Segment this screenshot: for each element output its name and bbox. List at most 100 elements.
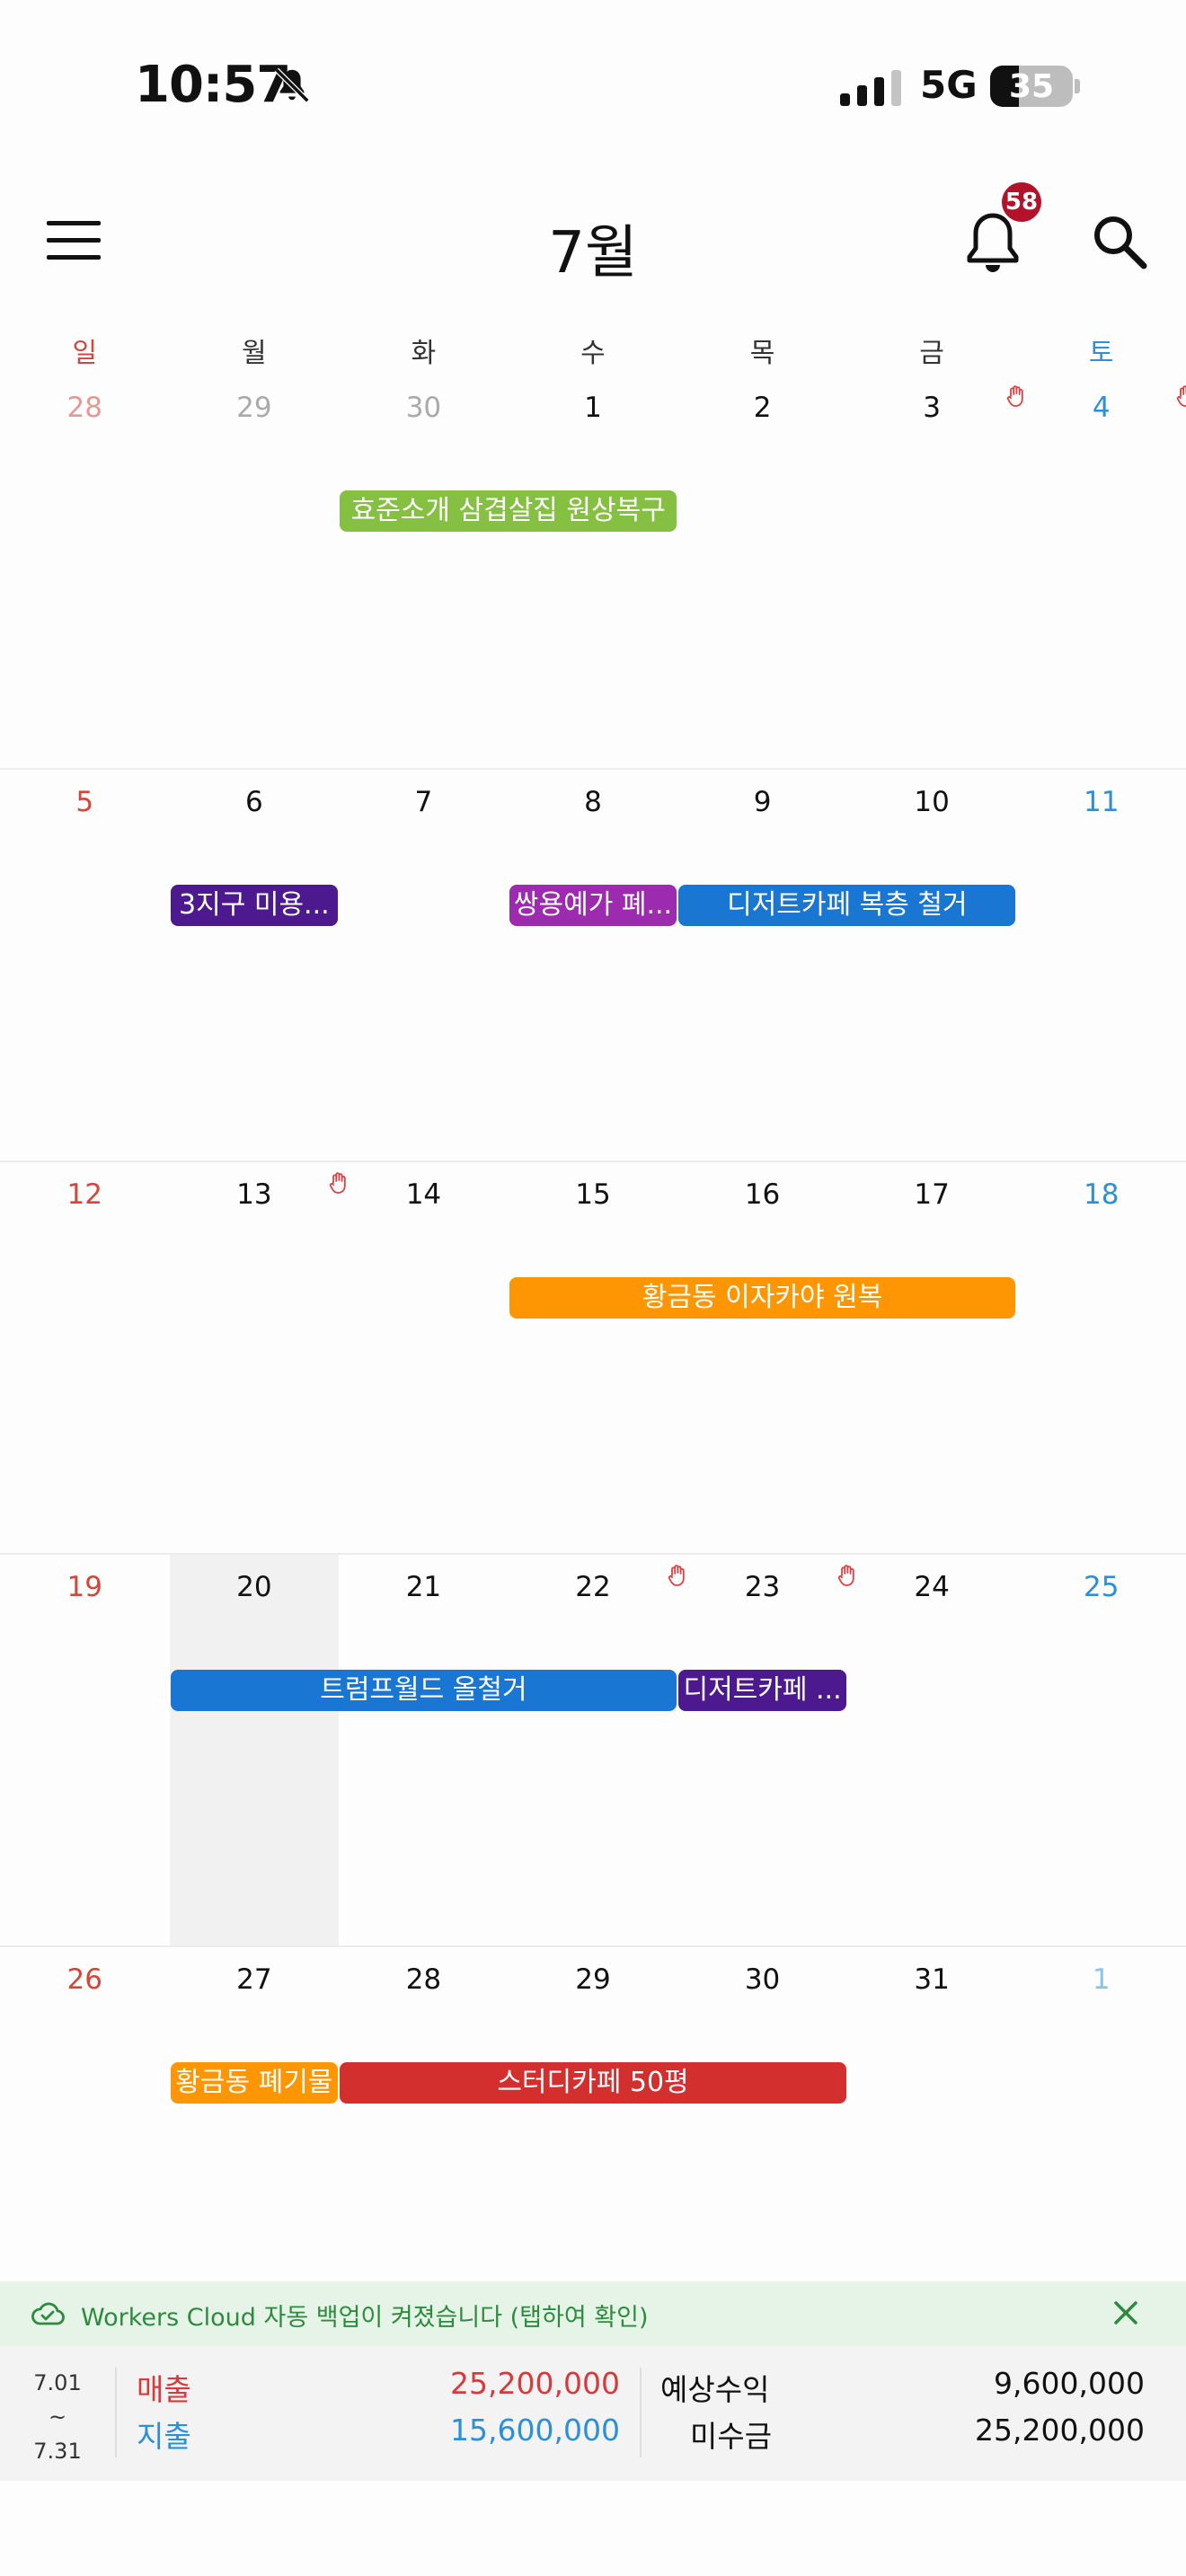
- range-separator: ~: [48, 2404, 67, 2430]
- day-cell[interactable]: 23: [677, 1555, 854, 1947]
- day-number: 6: [244, 786, 263, 818]
- day-cell[interactable]: 18: [1016, 1162, 1186, 1555]
- calendar-event[interactable]: 트럼프월드 올철거: [170, 1670, 677, 1711]
- hamburger-menu-icon[interactable]: [47, 221, 101, 260]
- day-cell[interactable]: 22: [509, 1555, 685, 1947]
- weekday-sat: 토: [1088, 338, 1114, 369]
- day-number: 28: [66, 392, 102, 424]
- expense-label: 지출: [137, 2419, 191, 2454]
- weekday-tue: 화: [411, 338, 437, 369]
- day-cell[interactable]: 29: [170, 375, 340, 768]
- day-cell[interactable]: 2: [677, 375, 847, 768]
- day-number: 21: [405, 1571, 442, 1603]
- day-number: 10: [914, 786, 950, 818]
- divider: [115, 2368, 117, 2457]
- day-number: 1: [584, 392, 602, 424]
- signal-icon: [840, 70, 901, 106]
- day-cell[interactable]: 20: [169, 1555, 340, 1947]
- cloud-check-icon: [31, 2302, 65, 2325]
- day-number: 17: [914, 1178, 950, 1211]
- day-number: 25: [1083, 1571, 1120, 1603]
- day-cell[interactable]: 17: [847, 1162, 1017, 1555]
- weekday-fri: 금: [919, 338, 944, 369]
- day-number: 31: [914, 1963, 950, 1996]
- calendar-week: 19 20 21 22 23 24 25: [0, 1553, 1186, 1947]
- day-number: 28: [405, 1963, 442, 1996]
- backup-banner[interactable]: Workers Cloud 자동 백업이 켜졌습니다 (탭하여 확인): [0, 2281, 1186, 2346]
- day-number: 26: [66, 1963, 102, 1996]
- day-cell[interactable]: 1: [509, 375, 678, 768]
- divider: [640, 2368, 642, 2457]
- day-number: 9: [753, 786, 772, 818]
- day-number: 29: [236, 392, 272, 424]
- calendar-week: 12 13 14 15 16 17 18: [0, 1160, 1186, 1553]
- battery-icon: 35: [990, 66, 1073, 107]
- day-number: 19: [66, 1571, 102, 1603]
- day-cell[interactable]: 21: [339, 1555, 509, 1947]
- day-number: 2: [753, 392, 772, 424]
- day-cell[interactable]: 11: [1016, 770, 1186, 1162]
- day-number: 1: [1092, 1963, 1111, 1996]
- calendar-event[interactable]: 디저트카페 ...: [678, 1670, 846, 1711]
- day-number: 15: [575, 1178, 611, 1211]
- calendar-event[interactable]: 3지구 미용...: [170, 885, 339, 926]
- day-cell[interactable]: 30: [339, 375, 509, 768]
- calendar-event[interactable]: 황금동 이자카야 원복: [509, 1277, 1016, 1319]
- battery-percent: 35: [1008, 68, 1055, 105]
- day-number: 16: [744, 1178, 781, 1211]
- day-cell[interactable]: 24: [847, 1555, 1017, 1947]
- day-cell[interactable]: 7: [339, 770, 509, 1162]
- weekday-mon: 월: [242, 338, 267, 369]
- calendar-event[interactable]: 쌍용예가 폐...: [509, 885, 677, 926]
- day-number: 3: [923, 392, 941, 424]
- day-number: 20: [236, 1571, 272, 1603]
- battery-cap: [1075, 79, 1080, 93]
- day-number: 8: [584, 786, 602, 818]
- day-number: 30: [744, 1963, 781, 1996]
- day-cell[interactable]: 28: [0, 375, 170, 768]
- day-cell[interactable]: 16: [677, 1162, 847, 1555]
- calendar-week: 28 29 30 1 2 3 4: [0, 375, 1186, 768]
- day-cell[interactable]: 12: [0, 1162, 170, 1555]
- day-number: 24: [914, 1571, 950, 1603]
- weekday-thu: 목: [749, 338, 775, 369]
- day-cell[interactable]: 3: [847, 375, 1024, 768]
- calendar-event[interactable]: 스터디카페 50평: [340, 2062, 846, 2104]
- network-type: 5G: [920, 63, 978, 107]
- day-number: 5: [75, 786, 94, 818]
- day-cell[interactable]: 19: [0, 1555, 170, 1947]
- close-icon[interactable]: [1112, 2299, 1139, 2326]
- day-cell[interactable]: 14: [339, 1162, 509, 1555]
- status-bar: 10:57 5G 35: [0, 0, 1186, 171]
- search-icon[interactable]: [1092, 214, 1147, 269]
- weekday-sun: 일: [72, 338, 98, 369]
- range-start: 7.01: [33, 2370, 82, 2395]
- month-title[interactable]: 7월: [503, 207, 683, 289]
- day-cell[interactable]: 15: [509, 1162, 678, 1555]
- monthly-summary[interactable]: 7.01 ~ 7.31 매출 25,200,000 지출 15,600,000 …: [0, 2346, 1186, 2481]
- calendar-week: 26 27 28 29 30 31 1: [0, 1945, 1186, 2338]
- day-cell[interactable]: 13: [170, 1162, 346, 1555]
- day-cell[interactable]: 10: [847, 770, 1017, 1162]
- calendar-event[interactable]: 효준소개 삼겹살집 원상복구: [340, 490, 677, 532]
- bell-off-icon: [274, 67, 310, 103]
- expected-profit-label: 예상수익: [660, 2372, 770, 2407]
- range-end: 7.31: [33, 2439, 82, 2464]
- day-number: 14: [405, 1178, 442, 1211]
- calendar-event[interactable]: 디저트카페 복층 철거: [678, 885, 1016, 926]
- day-cell[interactable]: 5: [0, 770, 170, 1162]
- sales-value: 25,200,000: [450, 2366, 620, 2401]
- day-number: 22: [575, 1571, 611, 1603]
- receivable-value: 25,200,000: [975, 2413, 1145, 2448]
- day-cell[interactable]: 9: [677, 770, 847, 1162]
- banner-message: Workers Cloud 자동 백업이 켜졌습니다 (탭하여 확인): [81, 2304, 649, 2332]
- date-range: 7.01 ~ 7.31: [0, 2366, 115, 2468]
- calendar-event[interactable]: 황금동 폐기물: [170, 2062, 339, 2104]
- day-number: 23: [744, 1571, 781, 1603]
- day-cell[interactable]: 8: [509, 770, 678, 1162]
- expected-profit-value: 9,600,000: [994, 2366, 1145, 2401]
- day-cell[interactable]: 25: [1016, 1555, 1186, 1947]
- day-cell[interactable]: 6: [170, 770, 340, 1162]
- day-number: 29: [575, 1963, 611, 1996]
- day-cell[interactable]: 4: [1016, 375, 1186, 768]
